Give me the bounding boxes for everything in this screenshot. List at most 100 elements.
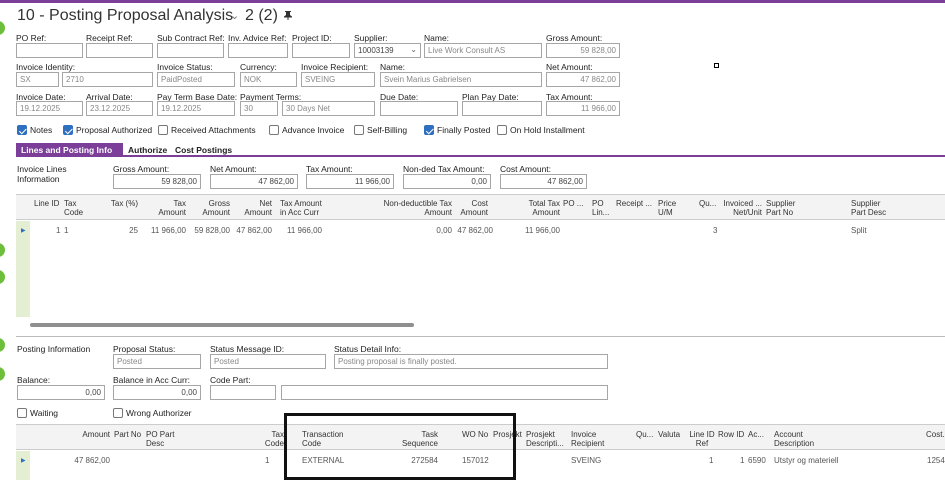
pay-term-base-date-field[interactable]: 19.12.2025 bbox=[157, 101, 235, 116]
project-id-field[interactable] bbox=[292, 43, 350, 58]
currency-field[interactable]: NOK bbox=[240, 72, 297, 87]
invoice-series-field[interactable]: SX bbox=[16, 72, 59, 87]
cell-quantity: 3 bbox=[713, 226, 718, 235]
invoice-recipient-field[interactable]: SVEING bbox=[301, 72, 375, 87]
supplier-select[interactable]: 10003139 ⌄ bbox=[354, 43, 421, 58]
current-row-arrow-icon: ▶ bbox=[21, 228, 26, 234]
col-po[interactable]: PO ... bbox=[563, 199, 583, 208]
recipient-name-field[interactable]: Svein Marius Gabrielsen bbox=[380, 72, 542, 87]
row-selector-column[interactable] bbox=[16, 221, 30, 317]
col-invoice-recipient[interactable]: Invoice Recipient bbox=[571, 430, 611, 448]
inv-advice-ref-field[interactable] bbox=[228, 43, 288, 58]
col-po-part-desc[interactable]: PO Part Desc bbox=[146, 430, 176, 448]
col-total-tax-amount[interactable]: Total Tax Amount bbox=[510, 199, 560, 217]
due-date-field[interactable] bbox=[380, 101, 458, 116]
col-account-description[interactable]: Account Description bbox=[774, 430, 820, 448]
col-amount[interactable]: Amount bbox=[72, 430, 110, 439]
row-selector-column[interactable] bbox=[16, 451, 30, 480]
col-supplier-part-no[interactable]: Supplier Part No bbox=[766, 199, 806, 217]
waiting-checkbox-label: Waiting bbox=[30, 408, 59, 418]
notes-checkbox[interactable] bbox=[17, 125, 27, 135]
col-account[interactable]: Ac... bbox=[748, 430, 764, 439]
chevron-down-icon[interactable]: ⌄ bbox=[230, 9, 239, 22]
non-ded-tax-amount-field[interactable]: 0,00 bbox=[403, 174, 491, 189]
status-detail-info-field[interactable]: Posting proposal is finally posted. bbox=[334, 354, 608, 369]
col-row-id[interactable]: Row ID bbox=[718, 430, 744, 439]
invoice-number-field[interactable]: 2710 bbox=[62, 72, 153, 87]
col-quantity[interactable]: Qu... bbox=[636, 430, 653, 439]
cell-account: 6590 bbox=[748, 456, 766, 465]
waiting-checkbox[interactable] bbox=[17, 408, 27, 418]
on-hold-installment-checkbox[interactable] bbox=[497, 125, 507, 135]
status-marker bbox=[0, 338, 5, 352]
col-receipt[interactable]: Receipt ... bbox=[616, 199, 652, 208]
invoice-date-field[interactable]: 19.12.2025 bbox=[16, 101, 83, 116]
col-quantity[interactable]: Qu... bbox=[699, 199, 716, 208]
code-part-desc-field[interactable] bbox=[281, 385, 608, 400]
tax-amount-field[interactable]: 11 966,00 bbox=[546, 101, 620, 116]
advance-invoice-checkbox[interactable] bbox=[269, 125, 279, 135]
col-tax-amount[interactable]: Tax Amount bbox=[154, 199, 186, 217]
invoice-status-field[interactable]: PaidPosted bbox=[157, 72, 235, 87]
col-tax-amount-acc-curr[interactable]: Tax Amount in Acc Curr bbox=[280, 199, 330, 217]
proposal-status-field[interactable]: Posted bbox=[113, 354, 201, 369]
col-net-amount[interactable]: Net Amount bbox=[240, 199, 272, 217]
col-part-no[interactable]: Part No bbox=[114, 430, 141, 439]
self-billing-checkbox[interactable] bbox=[354, 125, 364, 135]
receipt-ref-field[interactable] bbox=[86, 43, 153, 58]
tab-authorize[interactable]: Authorize bbox=[123, 143, 172, 156]
col-supplier-part-desc[interactable]: Supplier Part Desc bbox=[851, 199, 897, 217]
invoice-lines-information-label: Invoice Lines Information bbox=[17, 164, 67, 184]
payment-terms-desc-field[interactable]: 30 Days Net bbox=[282, 101, 375, 116]
col-line-id-ref[interactable]: Line ID Ref bbox=[687, 430, 717, 448]
cell-supplier-part-desc: Split bbox=[851, 226, 867, 235]
col-prosjekt-description[interactable]: Prosjekt Descripti... bbox=[526, 430, 566, 448]
net-amount-field[interactable]: 47 862,00 bbox=[546, 72, 620, 87]
finally-posted-checkbox[interactable] bbox=[424, 125, 434, 135]
balance-field[interactable]: 0,00 bbox=[17, 385, 105, 400]
payment-terms-code-field[interactable]: 30 bbox=[240, 101, 278, 116]
proposal-status-label: Proposal Status: bbox=[113, 344, 176, 354]
col-tax-code[interactable]: Tax Code bbox=[262, 430, 284, 448]
col-price-um[interactable]: Price U/M bbox=[658, 199, 682, 217]
code-part-field[interactable] bbox=[210, 385, 276, 400]
status-message-id-field[interactable]: Posted bbox=[210, 354, 326, 369]
tab-lines-and-posting-info[interactable]: Lines and Posting Info bbox=[16, 143, 123, 156]
lines-net-amount-field[interactable]: 47 862,00 bbox=[210, 174, 298, 189]
col-gross-amount[interactable]: Gross Amount bbox=[196, 199, 230, 217]
lines-tax-amount-field[interactable]: 11 966,00 bbox=[306, 174, 394, 189]
gross-amount-field[interactable]: 59 828,00 bbox=[546, 43, 620, 58]
cell-tax-code: 1 bbox=[64, 226, 69, 235]
proposal-authorized-checkbox[interactable] bbox=[63, 125, 73, 135]
lines-gross-amount-field[interactable]: 59 828,00 bbox=[113, 174, 201, 189]
cost-amount-field[interactable]: 47 862,00 bbox=[500, 174, 587, 189]
col-tax-pct[interactable]: Tax (%) bbox=[104, 199, 138, 208]
arrival-date-field[interactable]: 23.12.2025 bbox=[86, 101, 153, 116]
col-invoiced-net-unit[interactable]: Invoiced ... Net/Unit bbox=[718, 199, 762, 217]
plan-pay-date-field[interactable] bbox=[462, 101, 542, 116]
tab-cost-postings[interactable]: Cost Postings bbox=[170, 143, 237, 156]
col-cost-amount[interactable]: Cost Amount bbox=[456, 199, 488, 217]
col-non-deductible-tax[interactable]: Non-deductible Tax Amount bbox=[382, 199, 452, 217]
po-ref-field[interactable] bbox=[16, 43, 83, 58]
cell-tax-code: 1 bbox=[265, 456, 270, 465]
received-attachments-checkbox[interactable] bbox=[158, 125, 168, 135]
chevron-down-icon[interactable]: ⌄ bbox=[410, 45, 417, 54]
col-cost[interactable]: Cost... bbox=[926, 430, 945, 439]
col-valuta[interactable]: Valuta bbox=[658, 430, 680, 439]
supplier-name-field[interactable]: Live Work Consult AS bbox=[424, 43, 542, 58]
self-billing-checkbox-label: Self-Billing bbox=[367, 125, 408, 135]
col-tax-code[interactable]: Tax Code bbox=[64, 199, 90, 217]
wrong-authorizer-checkbox[interactable] bbox=[113, 408, 123, 418]
posting-information-label: Posting Information bbox=[17, 344, 91, 354]
selection-handle[interactable] bbox=[714, 63, 719, 68]
balance-acc-curr-field[interactable]: 0,00 bbox=[113, 385, 201, 400]
inv-advice-ref-label: Inv. Advice Ref: bbox=[228, 33, 287, 43]
col-line-id[interactable]: Line ID bbox=[34, 199, 59, 208]
sub-contract-ref-field[interactable] bbox=[157, 43, 224, 58]
horizontal-scrollbar[interactable] bbox=[30, 323, 414, 327]
col-po-line[interactable]: PO Lin... bbox=[592, 199, 612, 217]
tab-bar: Lines and Posting Info Authorize Cost Po… bbox=[16, 143, 945, 157]
supplier-value: 10003139 bbox=[358, 46, 394, 55]
pin-icon[interactable] bbox=[284, 11, 292, 20]
